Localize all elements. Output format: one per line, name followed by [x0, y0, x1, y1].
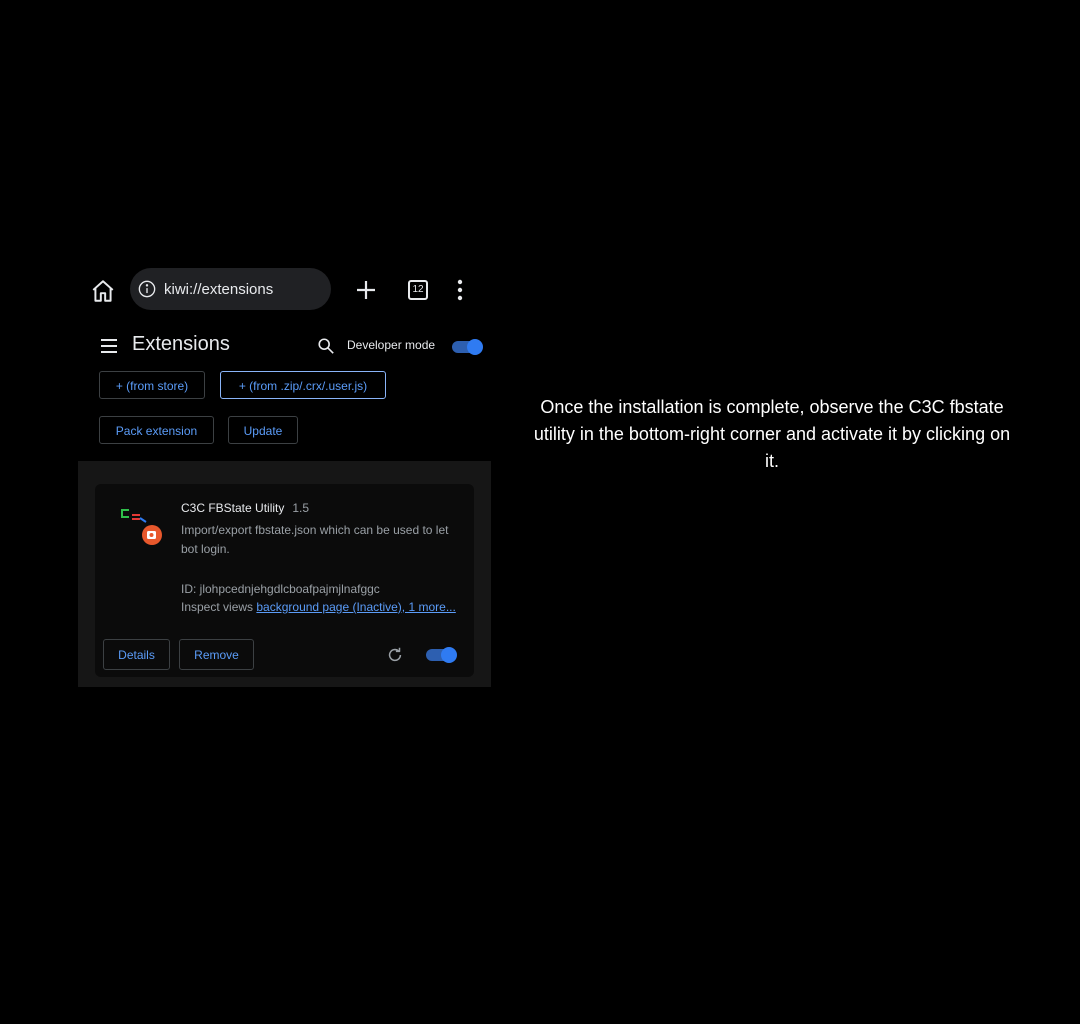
- load-from-store-button[interactable]: + (from store): [99, 371, 205, 399]
- inspect-views: Inspect views background page (Inactive)…: [181, 600, 456, 614]
- search-icon[interactable]: [317, 337, 335, 355]
- remove-button[interactable]: Remove: [179, 639, 254, 670]
- extension-description: Import/export fbstate.json which can be …: [181, 523, 449, 556]
- page-title: Extensions: [132, 333, 230, 355]
- details-button[interactable]: Details: [103, 639, 170, 670]
- browser-toolbar: kiwi://extensions 12: [78, 262, 491, 318]
- address-bar[interactable]: kiwi://extensions: [130, 268, 331, 310]
- info-icon[interactable]: [138, 280, 156, 298]
- extension-version: 1.5: [292, 501, 310, 515]
- pack-extension-button[interactable]: Pack extension: [99, 416, 214, 444]
- menu-icon[interactable]: [100, 338, 118, 354]
- browser-window: kiwi://extensions 12 Extensions Develope…: [78, 262, 491, 687]
- tab-switcher-button[interactable]: 12: [408, 280, 428, 300]
- inspect-views-link[interactable]: background page (Inactive), 1 more...: [256, 600, 455, 614]
- plus-icon[interactable]: [354, 278, 378, 302]
- inspect-views-label: Inspect views: [181, 600, 254, 614]
- extension-title: C3C FBState Utility: [181, 501, 285, 515]
- extension-name: C3C FBState Utility 1.5: [181, 501, 309, 515]
- extension-logo-icon: [121, 509, 162, 545]
- extension-enable-toggle[interactable]: [426, 647, 457, 663]
- developer-mode-toggle[interactable]: [452, 339, 483, 355]
- url-text: kiwi://extensions: [164, 280, 274, 298]
- extensions-header: Extensions Developer mode: [78, 324, 491, 368]
- load-from-zip-button[interactable]: + (from .zip/.crx/.user.js): [220, 371, 386, 399]
- extensions-list: C3C FBState Utility 1.5 Import/export fbs…: [78, 461, 491, 687]
- update-button[interactable]: Update: [228, 416, 298, 444]
- extension-id: ID: jlohpcednjehgdlcboafpajmjlnafggc: [181, 582, 380, 596]
- developer-mode-label: Developer mode: [347, 338, 436, 352]
- more-vert-icon[interactable]: [452, 278, 468, 302]
- toggle-knob: [441, 647, 457, 663]
- toggle-knob: [467, 339, 483, 355]
- reload-icon[interactable]: [386, 646, 404, 664]
- extension-card: C3C FBState Utility 1.5 Import/export fbs…: [95, 484, 474, 677]
- instruction-text: Once the installation is complete, obser…: [533, 397, 1011, 471]
- home-icon[interactable]: [90, 278, 116, 304]
